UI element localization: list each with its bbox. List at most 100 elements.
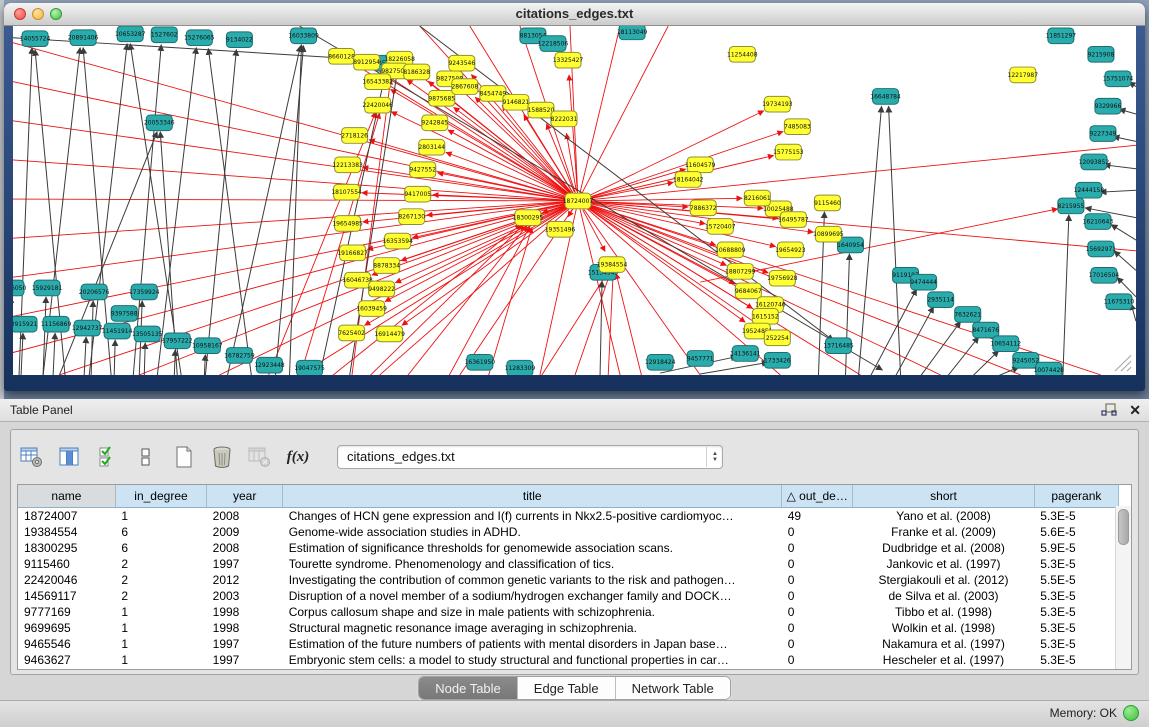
graph-edge[interactable]	[1111, 224, 1136, 240]
graph-node[interactable]: 19756928	[767, 270, 798, 286]
table-cell-name[interactable]: 9777169	[18, 604, 115, 620]
graph-node[interactable]: 9397588	[111, 306, 138, 322]
table-cell-short[interactable]: Hescheler et al. (1997)	[853, 652, 1035, 668]
graph-node[interactable]: 16033809	[288, 28, 319, 44]
graph-edge[interactable]	[84, 337, 86, 375]
graph-edge[interactable]	[871, 289, 917, 375]
graph-edge[interactable]	[448, 226, 530, 375]
graph-node[interactable]: 9242845	[421, 115, 448, 131]
graph-node[interactable]: 8878334	[373, 258, 400, 274]
table-row[interactable]: 977716911998Corpus callosum shape and si…	[18, 604, 1119, 620]
table-cell-out_degree[interactable]: 0	[782, 636, 853, 652]
graph-edge[interactable]	[616, 273, 642, 375]
table-cell-short[interactable]: Wolkin et al. (1998)	[853, 620, 1035, 636]
graph-node[interactable]: 19351496	[545, 222, 576, 238]
table-cell-title[interactable]: Investigating the contribution of common…	[283, 572, 782, 588]
table-cell-title[interactable]: Changes of HCN gene expression and I(f) …	[283, 508, 782, 525]
graph-edge[interactable]	[406, 225, 527, 375]
graph-edge[interactable]	[568, 209, 573, 217]
graph-node[interactable]: 15692971	[1086, 241, 1117, 257]
table-cell-year[interactable]: 1998	[207, 604, 283, 620]
graph-edge[interactable]	[540, 273, 607, 375]
table-cell-out_degree[interactable]: 0	[782, 588, 853, 604]
table-cell-short[interactable]: Franke et al. (2009)	[853, 524, 1035, 540]
graph-node[interactable]: 11604579	[685, 157, 716, 173]
graph-node[interactable]: 18164042	[673, 172, 704, 188]
graph-node[interactable]: 252254	[764, 330, 790, 346]
graph-edge[interactable]	[219, 201, 578, 375]
graph-node[interactable]: 8471676	[972, 322, 999, 338]
graph-edge[interactable]	[174, 350, 175, 375]
column-header-title[interactable]: title	[283, 485, 782, 508]
graph-node[interactable]: 15775153	[773, 144, 804, 160]
table-cell-in_degree[interactable]: 1	[115, 652, 206, 668]
graph-node[interactable]: 17957222	[162, 333, 193, 349]
table-settings-icon[interactable]	[19, 445, 45, 469]
graph-edge[interactable]	[973, 351, 999, 375]
graph-node[interactable]: 9427552	[409, 162, 436, 178]
graph-node[interactable]: 19047575	[294, 360, 325, 375]
graph-edge[interactable]	[588, 169, 686, 198]
graph-edge[interactable]	[1119, 109, 1136, 114]
graph-edge[interactable]	[208, 48, 251, 375]
graph-node[interactable]: 18107554	[331, 184, 362, 200]
table-scrollbar-thumb[interactable]	[1118, 509, 1129, 545]
graph-node[interactable]: 9457771	[687, 351, 714, 367]
table-cell-title[interactable]: Estimation of significance thresholds fo…	[283, 540, 782, 556]
graph-node[interactable]: 12444158	[1074, 182, 1105, 198]
graph-node[interactable]: 12942737	[72, 320, 103, 336]
graph-edge[interactable]	[578, 145, 1136, 201]
graph-node[interactable]: 9875685	[428, 91, 455, 107]
graph-edge[interactable]	[889, 106, 901, 375]
graph-node[interactable]: 17016504	[1089, 267, 1120, 283]
graph-node[interactable]: 12093852	[1079, 154, 1110, 170]
table-row[interactable]: 911546021997Tourette syndrome. Phenomeno…	[18, 556, 1119, 572]
graph-edge[interactable]	[896, 307, 934, 375]
graph-node[interactable]: 9474444	[910, 274, 937, 290]
table-cell-year[interactable]: 2008	[207, 508, 283, 525]
network-canvas[interactable]: 1405572420891406106532871527602152760659…	[13, 26, 1136, 375]
graph-node[interactable]: 15751074	[1103, 71, 1134, 87]
table-cell-short[interactable]: Yano et al. (2008)	[853, 508, 1035, 525]
table-cell-in_degree[interactable]: 1	[115, 620, 206, 636]
graph-node[interactable]: 10688809	[715, 242, 746, 258]
graph-node[interactable]: 8660128	[328, 48, 355, 64]
graph-edge[interactable]	[420, 26, 834, 341]
graph-node[interactable]: 2935114	[927, 292, 954, 308]
table-cell-year[interactable]: 2012	[207, 572, 283, 588]
table-cell-pagerank[interactable]: 5.3E-5	[1034, 652, 1118, 668]
graph-node[interactable]: 12217987	[1008, 67, 1039, 83]
graph-node[interactable]: 12918424	[645, 354, 676, 370]
graph-edge[interactable]	[144, 343, 145, 375]
graph-node[interactable]: 10654112	[991, 336, 1022, 352]
table-cell-year[interactable]: 2009	[207, 524, 283, 540]
table-cell-out_degree[interactable]: 0	[782, 604, 853, 620]
graph-node[interactable]: 10653287	[115, 26, 146, 42]
function-builder-icon[interactable]: f(x)	[285, 445, 311, 469]
graph-node[interactable]: 2718126	[341, 128, 368, 144]
table-cell-out_degree[interactable]: 0	[782, 556, 853, 572]
graph-node[interactable]: 11451914	[102, 323, 133, 339]
table-row[interactable]: 1872400712008Changes of HCN gene express…	[18, 508, 1119, 525]
network-window-titlebar[interactable]: citations_edges.txt	[4, 3, 1145, 26]
table-cell-year[interactable]: 2008	[207, 540, 283, 556]
table-cell-pagerank[interactable]: 5.3E-5	[1034, 620, 1118, 636]
graph-node[interactable]: 14055724	[20, 31, 51, 47]
table-cell-year[interactable]: 1997	[207, 556, 283, 572]
table-cell-name[interactable]: 9465546	[18, 636, 115, 652]
graph-node[interactable]: 16543382	[362, 74, 393, 90]
table-cell-in_degree[interactable]: 6	[115, 540, 206, 556]
graph-edge[interactable]	[608, 274, 613, 375]
tab-node-table[interactable]: Node Table	[419, 677, 518, 699]
graph-node[interactable]: 8215955	[1058, 198, 1085, 214]
table-cell-title[interactable]: Disruption of a novel member of a sodium…	[283, 588, 782, 604]
table-cell-name[interactable]: 9115460	[18, 556, 115, 572]
graph-node[interactable]: 17359924	[129, 284, 160, 300]
graph-node[interactable]: 3915921	[13, 316, 38, 332]
graph-edge[interactable]	[1100, 190, 1136, 192]
column-header-short[interactable]: short	[853, 485, 1035, 508]
graph-node[interactable]: 1615152	[752, 309, 779, 325]
table-cell-title[interactable]: Structural magnetic resonance image aver…	[283, 620, 782, 636]
memory-status-icon[interactable]	[1123, 705, 1139, 721]
table-cell-year[interactable]: 1997	[207, 652, 283, 668]
